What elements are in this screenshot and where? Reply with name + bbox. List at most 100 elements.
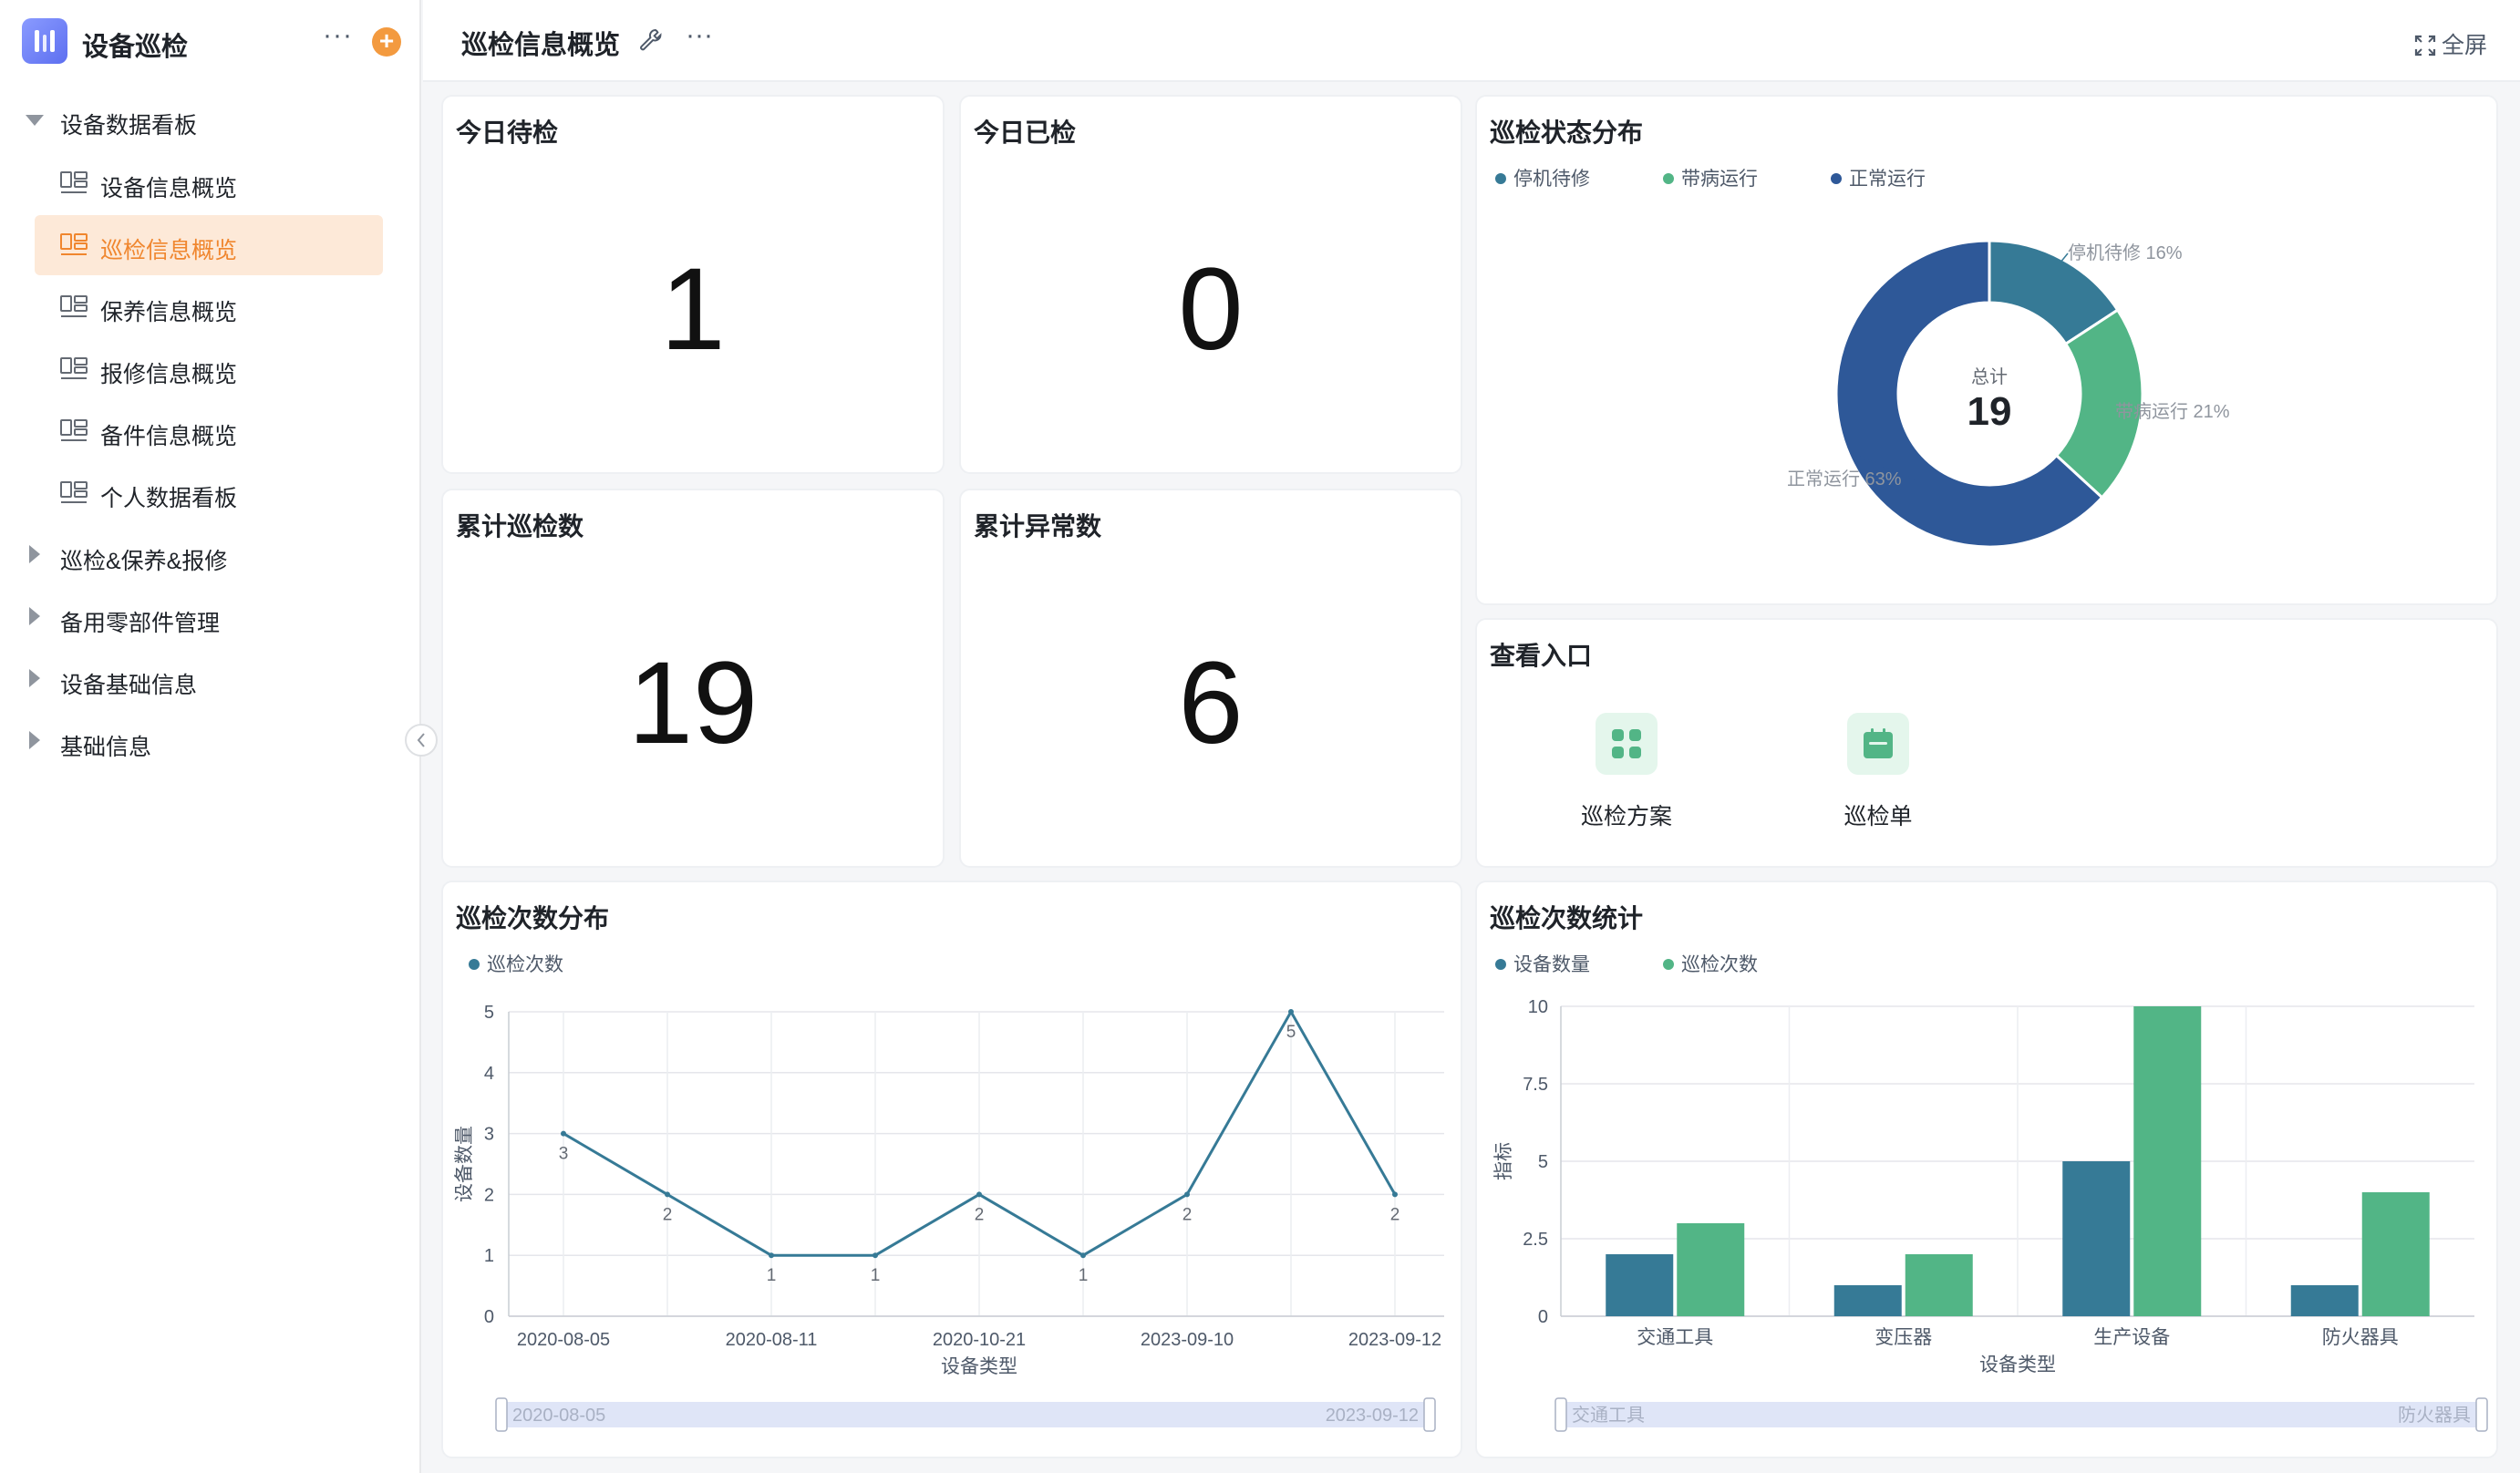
x-axis-title: 设备类型 xyxy=(1979,1355,2056,1375)
x-axis-title: 设备类型 xyxy=(941,1356,1017,1377)
x-tick-label: 2020-10-21 xyxy=(933,1330,1026,1350)
caret-down-icon xyxy=(26,115,44,126)
nav-group-dashboard[interactable]: 设备数据看板 xyxy=(0,93,421,148)
y-tick-label: 5 xyxy=(484,1003,494,1023)
x-tick-label: 生产设备 xyxy=(2093,1327,2170,1348)
dashboard-icon xyxy=(60,171,88,201)
nav-group-basic-info[interactable]: 基础信息 xyxy=(0,715,421,769)
range-slider-track[interactable] xyxy=(500,1402,1431,1427)
data-point[interactable] xyxy=(769,1252,774,1259)
caret-right-icon xyxy=(29,669,40,687)
y-tick-label: 0 xyxy=(1538,1307,1548,1327)
sidebar-item-maintenance-overview[interactable]: 保养信息概览 xyxy=(35,277,383,337)
data-label: 2 xyxy=(1183,1205,1193,1224)
bar[interactable] xyxy=(1833,1285,1902,1316)
grid-icon xyxy=(1596,713,1658,775)
card-title: 累计异常数 xyxy=(974,512,1102,541)
sidebar-item-label: 个人数据看板 xyxy=(100,486,238,511)
range-slider-end-label: 防火器具 xyxy=(2398,1405,2471,1426)
donut-slice-label: 正常运行 63% xyxy=(1787,469,1902,489)
app-logo-icon xyxy=(22,18,67,64)
donut-slice-label: 停机待修 16% xyxy=(2068,242,2183,263)
bar[interactable] xyxy=(2062,1161,2131,1316)
bar[interactable] xyxy=(1905,1254,1973,1316)
x-tick-label: 交通工具 xyxy=(1637,1327,1713,1348)
data-point[interactable] xyxy=(1080,1252,1086,1259)
sidebar: 设备巡检 ··· + 设备数据看板 设备信息概览 巡检信息概览 保养信息概览 报… xyxy=(0,0,421,1473)
sidebar-item-label: 巡检信息概览 xyxy=(100,238,238,263)
data-point[interactable] xyxy=(561,1130,566,1137)
card-title: 今日已检 xyxy=(974,118,1077,147)
data-point[interactable] xyxy=(873,1252,878,1259)
wrench-icon[interactable] xyxy=(638,27,664,57)
nav-group-spare-parts[interactable]: 备用零部件管理 xyxy=(0,591,421,645)
nav-group-label: 基础信息 xyxy=(60,735,152,760)
sidebar-item-label: 保养信息概览 xyxy=(100,300,238,325)
fullscreen-button[interactable]: 全屏 xyxy=(2414,27,2487,60)
bar[interactable] xyxy=(2133,1006,2202,1316)
donut-chart: 总计 19 停机待修 16% 带病运行 21% 正常运行 63% xyxy=(1787,239,2230,549)
range-slider-track[interactable] xyxy=(1559,1402,2480,1427)
app-more-button[interactable]: ··· xyxy=(323,20,353,51)
entry-card: 查看入口 巡检方案 巡检单 xyxy=(1475,618,2498,868)
line-chart: 0 1 2 3 4 5 2020-08-05 2020-08-11 2020-10-21 2023… xyxy=(454,1003,1444,1432)
nav-group-device-basic[interactable]: 设备基础信息 xyxy=(0,653,421,707)
app-title: 设备巡检 xyxy=(82,33,189,62)
range-slider-handle-end[interactable] xyxy=(2475,1397,2488,1432)
range-slider-handle-start[interactable] xyxy=(1554,1397,1567,1432)
bar[interactable] xyxy=(1677,1223,1745,1316)
data-label: 3 xyxy=(559,1145,569,1164)
sidebar-item-inspection-overview[interactable]: 巡检信息概览 xyxy=(35,215,383,275)
sidebar-item-label: 设备信息概览 xyxy=(100,176,238,201)
data-point[interactable] xyxy=(1392,1191,1398,1198)
data-point[interactable] xyxy=(1288,1009,1294,1015)
card-title: 查看入口 xyxy=(1490,642,1593,670)
sidebar-item-repair-overview[interactable]: 报修信息概览 xyxy=(35,339,383,399)
data-point[interactable] xyxy=(976,1191,982,1198)
data-label: 1 xyxy=(871,1266,881,1285)
data-label: 2 xyxy=(1390,1205,1400,1224)
y-tick-label: 2.5 xyxy=(1523,1230,1548,1250)
sidebar-item-personal-dashboard[interactable]: 个人数据看板 xyxy=(35,463,383,523)
data-point[interactable] xyxy=(665,1191,670,1198)
y-tick-label: 5 xyxy=(1538,1152,1548,1172)
add-button[interactable]: + xyxy=(372,27,401,57)
y-axis-title: 指标 xyxy=(1493,1142,1514,1180)
sidebar-item-device-overview[interactable]: 设备信息概览 xyxy=(35,153,383,213)
data-label: 1 xyxy=(1079,1266,1089,1285)
nav-group-label: 设备数据看板 xyxy=(60,113,198,139)
entry-inspection-order[interactable]: 巡检单 xyxy=(1805,713,1951,831)
entry-inspection-plan[interactable]: 巡检方案 xyxy=(1554,713,1699,831)
stat-value: 1 xyxy=(660,244,726,375)
header-more-button[interactable]: ··· xyxy=(686,20,713,51)
stat-card-total-inspections: 累计巡检数 19 xyxy=(441,489,945,868)
range-slider-handle-end[interactable] xyxy=(1423,1397,1436,1432)
entry-label: 巡检方案 xyxy=(1580,804,1672,829)
data-label: 2 xyxy=(975,1205,985,1224)
nav-group-inspection-maintenance-repair[interactable]: 巡检&保养&报修 xyxy=(0,529,421,583)
bar[interactable] xyxy=(2361,1192,2430,1316)
caret-right-icon xyxy=(29,731,40,749)
entry-label: 巡检单 xyxy=(1844,804,1913,829)
collapse-sidebar-button[interactable] xyxy=(405,724,438,757)
y-tick-label: 1 xyxy=(484,1246,494,1266)
stat-value: 6 xyxy=(1178,638,1244,768)
nav-group-label: 设备基础信息 xyxy=(60,673,198,698)
x-tick-label: 2020-08-05 xyxy=(517,1330,610,1350)
caret-right-icon xyxy=(29,607,40,625)
y-tick-label: 10 xyxy=(1528,997,1548,1017)
fullscreen-icon xyxy=(2414,35,2436,57)
bar[interactable] xyxy=(1606,1254,1674,1316)
stat-card-today-pending: 今日待检 1 xyxy=(441,95,945,474)
y-tick-label: 2 xyxy=(484,1185,494,1205)
stat-card-total-abnormal: 累计异常数 6 xyxy=(959,489,1462,868)
data-point[interactable] xyxy=(1184,1191,1190,1198)
card-title: 今日待检 xyxy=(456,118,559,147)
bar[interactable] xyxy=(2290,1285,2359,1316)
caret-right-icon xyxy=(29,545,40,563)
sidebar-item-spare-overview[interactable]: 备件信息概览 xyxy=(35,401,383,461)
range-slider-handle-start[interactable] xyxy=(495,1397,508,1432)
top-bar: 巡检信息概览 ··· 全屏 xyxy=(423,0,2520,82)
dashboard-icon xyxy=(60,357,88,387)
x-tick-label: 2023-09-10 xyxy=(1141,1330,1234,1350)
